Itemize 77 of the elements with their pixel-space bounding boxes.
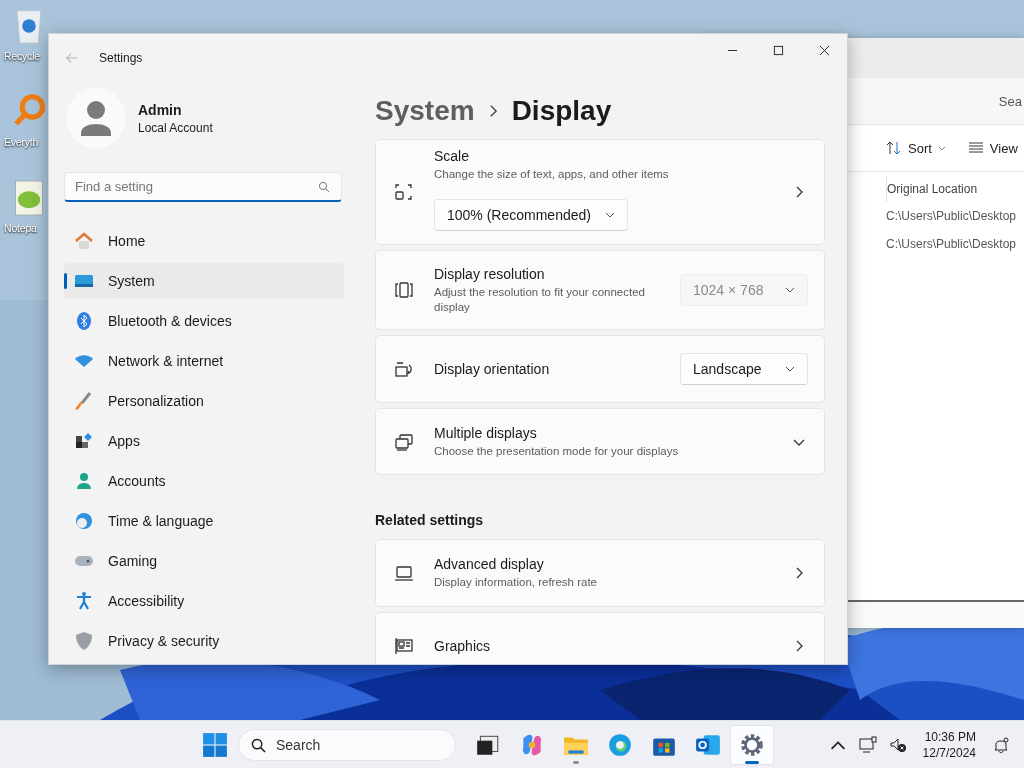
table-cell-text: C:\Users\Public\Desktop bbox=[886, 208, 1018, 225]
nav-item[interactable]: Bluetooth & devices bbox=[64, 303, 344, 339]
setting-title: Graphics bbox=[434, 638, 492, 654]
setting-title: Advanced display bbox=[434, 556, 545, 572]
nav-item[interactable]: Personalization bbox=[64, 383, 344, 419]
apps-icon bbox=[74, 431, 94, 451]
chevron-down-icon bbox=[604, 212, 615, 218]
nav-item[interactable]: System bbox=[64, 263, 344, 299]
graphics-icon bbox=[394, 636, 414, 656]
settings-icon bbox=[739, 732, 765, 758]
privacy-icon bbox=[74, 631, 94, 651]
chevron-down-icon bbox=[785, 366, 795, 372]
maximize-icon bbox=[772, 44, 784, 56]
accessibility-icon bbox=[74, 591, 94, 611]
lines-icon bbox=[967, 140, 984, 156]
sort-button[interactable]: Sort bbox=[884, 138, 948, 158]
muted-speaker-icon[interactable] bbox=[888, 736, 907, 754]
nav-item[interactable]: Time & language bbox=[64, 503, 344, 539]
search-field[interactable]: Search bbox=[238, 729, 456, 761]
setting-description: Choose the presentation mode for your displays bbox=[434, 443, 680, 459]
dropdown[interactable]: 100% (Recommended) bbox=[434, 199, 628, 231]
breadcrumb-link[interactable]: System bbox=[375, 95, 475, 127]
setting-title: Multiple displays bbox=[434, 424, 538, 441]
search-icon bbox=[251, 737, 266, 753]
view-button[interactable]: View bbox=[965, 138, 1020, 158]
nav-item[interactable]: Home bbox=[64, 223, 344, 259]
clock-time[interactable]: 10:36 PM bbox=[924, 729, 976, 745]
setting-title: Scale bbox=[434, 148, 471, 164]
avatar-icon[interactable] bbox=[66, 88, 126, 148]
caret-icon bbox=[937, 144, 946, 152]
chevron-down-icon bbox=[785, 287, 795, 293]
chevron-right-icon[interactable] bbox=[794, 639, 804, 653]
settings-card[interactable]: Advanced display Display information, refresh rate bbox=[375, 539, 825, 607]
search-icon[interactable] bbox=[318, 181, 330, 193]
sort-arrows-icon bbox=[886, 140, 902, 156]
settings-card[interactable]: Scale Change the size of text, apps, and other items 100% (Recommended) bbox=[375, 139, 825, 245]
nav-item[interactable]: Network & internet bbox=[64, 343, 344, 379]
personalization-icon bbox=[74, 391, 94, 411]
home-icon bbox=[74, 231, 94, 251]
chevron-right-icon[interactable] bbox=[794, 566, 804, 580]
settings-card[interactable]: Graphics bbox=[375, 612, 825, 664]
close-icon bbox=[818, 44, 830, 56]
setting-description: Adjust the resolution to fit your connected display bbox=[434, 284, 646, 315]
start-icon[interactable] bbox=[202, 732, 228, 758]
search-field[interactable]: Sea bbox=[998, 93, 1024, 109]
dropdown[interactable]: Landscape bbox=[680, 353, 808, 385]
search-field[interactable]: Find a setting bbox=[64, 172, 342, 202]
orientation-icon bbox=[394, 359, 414, 379]
section-heading: Related settings bbox=[375, 512, 485, 528]
accounts-icon bbox=[74, 471, 94, 491]
setting-title: Display resolution bbox=[434, 265, 546, 282]
multiple-icon bbox=[394, 431, 414, 452]
chevron-right-icon[interactable] bbox=[794, 185, 804, 199]
nav-item[interactable]: Accounts bbox=[64, 463, 344, 499]
settings-card[interactable]: Multiple displays Choose the presentation mode for your displays bbox=[375, 408, 825, 475]
advanced-icon bbox=[394, 563, 414, 583]
account-type: Local Account bbox=[138, 120, 213, 135]
table-cell-text: C:\Users\Public\Desktop bbox=[886, 236, 1018, 253]
settings-card[interactable]: Display orientation Landscape bbox=[375, 335, 825, 403]
user-name: Admin bbox=[138, 101, 183, 118]
clock-date[interactable]: 12/7/2024 bbox=[922, 745, 976, 761]
setting-description: Display information, refresh rate bbox=[434, 575, 598, 590]
window-title: Settings bbox=[99, 51, 143, 65]
network-icon[interactable] bbox=[858, 736, 877, 754]
page-title: Display bbox=[511, 95, 612, 127]
setting-title: Display orientation bbox=[434, 361, 551, 377]
nav-item[interactable]: Privacy & security bbox=[64, 623, 344, 659]
resolution-icon bbox=[394, 280, 414, 300]
nav-item[interactable]: Accessibility bbox=[64, 583, 344, 619]
nav-item[interactable]: Apps bbox=[64, 423, 344, 459]
column-header[interactable]: Original Location bbox=[886, 176, 1024, 202]
scale-icon bbox=[394, 182, 414, 202]
notification-bell-icon[interactable] bbox=[992, 736, 1010, 754]
setting-description: Change the size of text, apps, and other items bbox=[434, 167, 670, 182]
bluetooth-icon bbox=[74, 311, 94, 331]
nav-item[interactable]: Gaming bbox=[64, 543, 344, 579]
chevron-icon bbox=[488, 104, 498, 118]
